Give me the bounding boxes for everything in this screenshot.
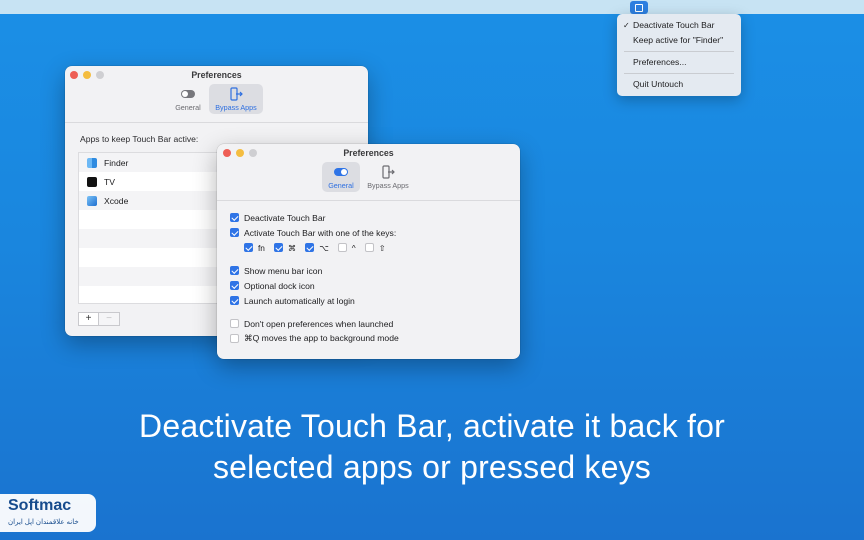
list-buttons: + − bbox=[78, 312, 120, 326]
cmdq-background-checkbox[interactable] bbox=[230, 334, 239, 343]
xcode-icon bbox=[87, 195, 97, 206]
watermark-subtitle: خانه علاقمندان اپل ایران bbox=[8, 519, 79, 526]
option-label: Show menu bar icon bbox=[244, 265, 323, 276]
deactivate-touchbar-option[interactable]: Deactivate Touch Bar bbox=[230, 210, 399, 225]
menu-separator bbox=[624, 51, 734, 52]
key-command-checkbox[interactable] bbox=[273, 243, 283, 252]
add-app-button[interactable]: + bbox=[78, 312, 99, 326]
key-shift-checkbox[interactable] bbox=[364, 243, 374, 252]
dock-icon-checkbox[interactable] bbox=[230, 281, 239, 290]
option-label: Don't open preferences when launched bbox=[244, 318, 394, 329]
deactivate-checkbox[interactable] bbox=[230, 213, 239, 222]
menu-item-quit[interactable]: Quit Untouch bbox=[617, 77, 741, 92]
activate-keys-checkbox[interactable] bbox=[230, 228, 239, 237]
tv-icon bbox=[87, 176, 97, 187]
toolbar-divider bbox=[217, 200, 520, 201]
cmdq-background-option[interactable]: ⌘Q moves the app to background mode bbox=[230, 331, 399, 346]
option-label: ⌘Q moves the app to background mode bbox=[244, 333, 399, 343]
tab-label: General bbox=[328, 181, 354, 190]
menu-item-label: Quit Untouch bbox=[633, 79, 684, 89]
tab-general[interactable]: General bbox=[322, 162, 360, 192]
checkmark-icon: ✓ bbox=[623, 21, 630, 30]
key-control-option[interactable]: ^ bbox=[337, 242, 356, 253]
app-name: Finder bbox=[104, 157, 129, 168]
option-label: Launch automatically at login bbox=[244, 295, 355, 306]
caption-line-1: Deactivate Touch Bar, activate it back f… bbox=[139, 408, 725, 444]
tab-label: Bypass Apps bbox=[367, 181, 409, 190]
toggle-icon bbox=[181, 90, 195, 98]
menu-item-keep-active[interactable]: Keep active for "Finder" bbox=[617, 33, 741, 48]
watermark-brand: Softmac bbox=[8, 497, 72, 514]
promo-caption: Deactivate Touch Bar, activate it back f… bbox=[0, 406, 864, 488]
app-name: TV bbox=[104, 176, 115, 187]
key-option-checkbox[interactable] bbox=[305, 243, 315, 252]
app-name: Xcode bbox=[104, 195, 129, 206]
menu-bar bbox=[0, 0, 864, 14]
menu-item-label: Keep active for "Finder" bbox=[633, 35, 724, 45]
activate-keys-option[interactable]: Activate Touch Bar with one of the keys: bbox=[230, 225, 399, 240]
launch-login-checkbox[interactable] bbox=[230, 296, 239, 305]
menu-item-label: Deactivate Touch Bar bbox=[633, 20, 715, 30]
toolbar: General Bypass Apps bbox=[65, 84, 368, 122]
key-label: fn bbox=[258, 242, 265, 253]
key-label: ^ bbox=[351, 242, 356, 253]
launch-login-option[interactable]: Launch automatically at login bbox=[230, 293, 399, 308]
apps-list-label: Apps to keep Touch Bar active: bbox=[80, 134, 199, 144]
dont-open-prefs-checkbox[interactable] bbox=[230, 319, 239, 328]
option-label: Deactivate Touch Bar bbox=[244, 212, 326, 223]
menu-item-label: Preferences... bbox=[633, 57, 687, 67]
tab-label: General bbox=[175, 103, 201, 112]
key-shift-option[interactable]: ⇧ bbox=[364, 242, 386, 253]
toolbar-divider bbox=[65, 122, 368, 123]
window-title: Preferences bbox=[343, 148, 394, 158]
dock-icon-option[interactable]: Optional dock icon bbox=[230, 278, 399, 293]
bypass-icon bbox=[382, 165, 395, 179]
key-control-checkbox[interactable] bbox=[337, 243, 347, 252]
toolbar: General Bypass Apps bbox=[217, 162, 520, 200]
untouch-menubar-icon[interactable] bbox=[630, 1, 648, 14]
general-settings: Deactivate Touch Bar Activate Touch Bar … bbox=[230, 210, 399, 346]
toggle-icon bbox=[334, 168, 348, 176]
preferences-window-general: Preferences General Bypass Apps Deactiva… bbox=[217, 144, 520, 359]
menu-icon-checkbox[interactable] bbox=[230, 266, 239, 275]
key-fn-checkbox[interactable] bbox=[244, 243, 253, 252]
key-fn-option[interactable]: fn bbox=[244, 243, 265, 253]
key-command-option[interactable]: ⌘ bbox=[273, 242, 297, 253]
menu-item-preferences[interactable]: Preferences... bbox=[617, 55, 741, 70]
tab-label: Bypass Apps bbox=[215, 103, 257, 112]
option-label: Optional dock icon bbox=[244, 280, 315, 291]
keys-row: fn ⌘ ⌥ ^ ⇧ bbox=[230, 240, 399, 255]
tab-bypass-apps[interactable]: Bypass Apps bbox=[361, 162, 415, 192]
tab-bypass-apps[interactable]: Bypass Apps bbox=[209, 84, 263, 114]
caption-line-2: selected apps or pressed keys bbox=[212, 449, 652, 485]
key-label: ⌘ bbox=[287, 242, 297, 253]
menu-item-deactivate[interactable]: ✓ Deactivate Touch Bar bbox=[617, 18, 741, 33]
option-label: Activate Touch Bar with one of the keys: bbox=[244, 227, 397, 238]
window-title: Preferences bbox=[191, 70, 242, 80]
bypass-icon bbox=[230, 87, 243, 101]
key-label: ⌥ bbox=[319, 242, 329, 253]
key-label: ⇧ bbox=[378, 242, 386, 253]
softmac-watermark: Softmac خانه علاقمندان اپل ایران bbox=[0, 494, 96, 532]
menu-separator bbox=[624, 73, 734, 74]
dont-open-prefs-option[interactable]: Don't open preferences when launched bbox=[230, 316, 399, 331]
finder-icon bbox=[87, 157, 97, 168]
remove-app-button[interactable]: − bbox=[99, 312, 120, 326]
menu-icon-option[interactable]: Show menu bar icon bbox=[230, 263, 399, 278]
status-menu: ✓ Deactivate Touch Bar Keep active for "… bbox=[617, 14, 741, 96]
key-option-option[interactable]: ⌥ bbox=[305, 243, 329, 253]
tab-general[interactable]: General bbox=[170, 84, 206, 114]
